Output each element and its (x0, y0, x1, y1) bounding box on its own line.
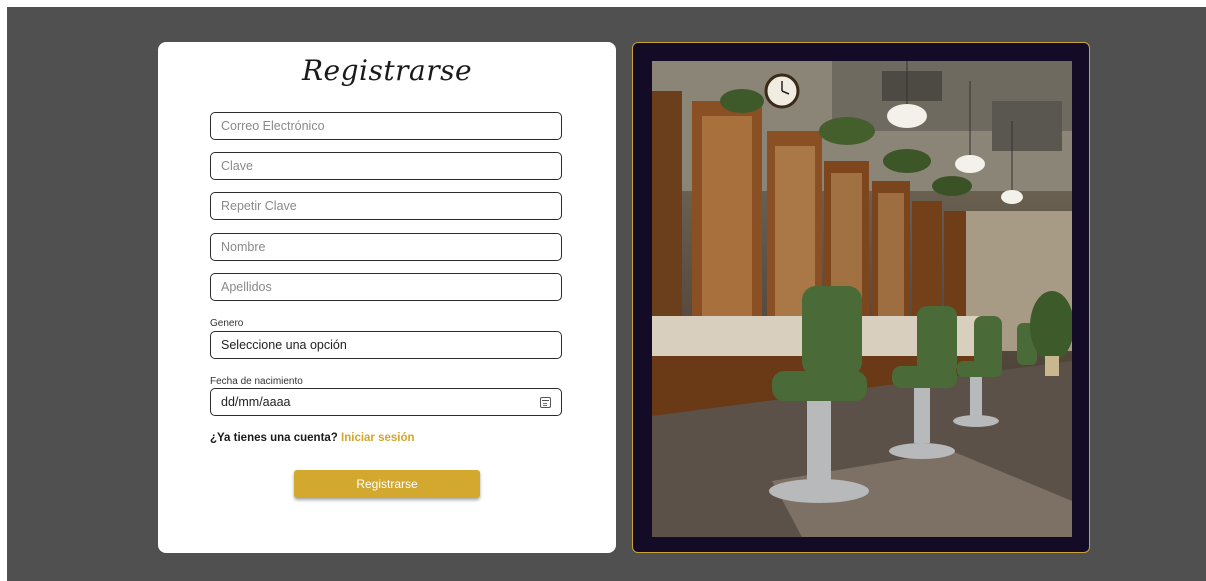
register-button[interactable]: Registrarse (294, 470, 480, 498)
surname-field[interactable] (210, 273, 562, 301)
birthdate-input[interactable]: dd/mm/aaaa (210, 388, 562, 416)
login-link[interactable]: Iniciar sesión (341, 432, 415, 444)
gender-select-value: Seleccione una opción (221, 338, 347, 352)
barbershop-illustration (652, 61, 1072, 537)
barbershop-photo (652, 61, 1072, 537)
birthdate-label: Fecha de nacimiento (210, 376, 303, 387)
registration-form: Registrarse Genero Seleccione una opción… (158, 42, 616, 553)
password-field[interactable] (210, 152, 562, 180)
login-question: ¿Ya tienes una cuenta? (210, 432, 338, 444)
gender-select[interactable]: Seleccione una opción (210, 331, 562, 359)
gender-label: Genero (210, 318, 244, 329)
birthdate-value: dd/mm/aaaa (221, 395, 291, 409)
form-title: Registrarse (301, 54, 473, 87)
name-field[interactable] (210, 233, 562, 261)
repeat-password-field[interactable] (210, 192, 562, 220)
photo-frame (632, 42, 1090, 553)
calendar-icon[interactable] (540, 396, 551, 408)
login-prompt: ¿Ya tienes una cuenta? Iniciar sesión (210, 432, 415, 444)
email-field[interactable] (210, 112, 562, 140)
